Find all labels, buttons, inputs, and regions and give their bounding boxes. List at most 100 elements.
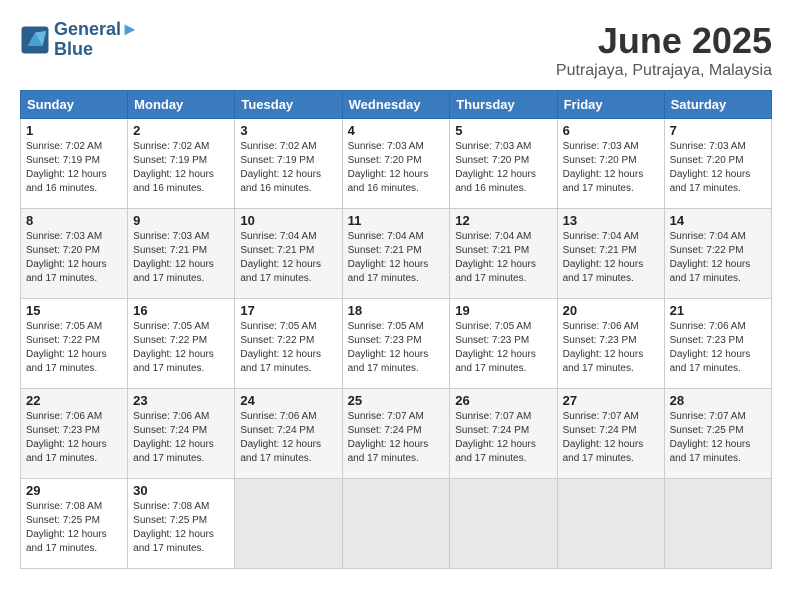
- table-row: 30 Sunrise: 7:08 AM Sunset: 7:25 PM Dayl…: [128, 479, 235, 569]
- day-number: 11: [348, 213, 445, 228]
- table-row: [450, 479, 557, 569]
- title-block: June 2025 Putrajaya, Putrajaya, Malaysia: [556, 20, 772, 80]
- table-row: 12 Sunrise: 7:04 AM Sunset: 7:21 PM Dayl…: [450, 209, 557, 299]
- day-number: 10: [240, 213, 336, 228]
- header-thursday: Thursday: [450, 91, 557, 119]
- table-row: 2 Sunrise: 7:02 AM Sunset: 7:19 PM Dayli…: [128, 119, 235, 209]
- day-info: Sunrise: 7:05 AM Sunset: 7:22 PM Dayligh…: [240, 320, 336, 376]
- day-number: 23: [133, 393, 229, 408]
- day-info: Sunrise: 7:03 AM Sunset: 7:20 PM Dayligh…: [26, 230, 122, 286]
- table-row: 28 Sunrise: 7:07 AM Sunset: 7:25 PM Dayl…: [664, 389, 771, 479]
- day-number: 29: [26, 483, 122, 498]
- calendar-week-row: 15 Sunrise: 7:05 AM Sunset: 7:22 PM Dayl…: [21, 299, 772, 389]
- day-number: 13: [563, 213, 659, 228]
- day-info: Sunrise: 7:03 AM Sunset: 7:20 PM Dayligh…: [455, 140, 551, 196]
- table-row: [342, 479, 450, 569]
- day-number: 30: [133, 483, 229, 498]
- header-sunday: Sunday: [21, 91, 128, 119]
- header-wednesday: Wednesday: [342, 91, 450, 119]
- day-info: Sunrise: 7:07 AM Sunset: 7:24 PM Dayligh…: [348, 410, 445, 466]
- table-row: 1 Sunrise: 7:02 AM Sunset: 7:19 PM Dayli…: [21, 119, 128, 209]
- day-number: 5: [455, 123, 551, 138]
- day-number: 28: [670, 393, 766, 408]
- day-number: 25: [348, 393, 445, 408]
- logo-icon: [20, 25, 50, 55]
- table-row: 13 Sunrise: 7:04 AM Sunset: 7:21 PM Dayl…: [557, 209, 664, 299]
- day-number: 24: [240, 393, 336, 408]
- day-info: Sunrise: 7:05 AM Sunset: 7:23 PM Dayligh…: [348, 320, 445, 376]
- day-info: Sunrise: 7:02 AM Sunset: 7:19 PM Dayligh…: [26, 140, 122, 196]
- table-row: 3 Sunrise: 7:02 AM Sunset: 7:19 PM Dayli…: [235, 119, 342, 209]
- table-row: 4 Sunrise: 7:03 AM Sunset: 7:20 PM Dayli…: [342, 119, 450, 209]
- day-number: 26: [455, 393, 551, 408]
- calendar-week-row: 8 Sunrise: 7:03 AM Sunset: 7:20 PM Dayli…: [21, 209, 772, 299]
- day-number: 2: [133, 123, 229, 138]
- day-info: Sunrise: 7:06 AM Sunset: 7:24 PM Dayligh…: [133, 410, 229, 466]
- location-title: Putrajaya, Putrajaya, Malaysia: [556, 62, 772, 80]
- day-number: 21: [670, 303, 766, 318]
- page-header: General► Blue June 2025 Putrajaya, Putra…: [20, 20, 772, 80]
- table-row: [235, 479, 342, 569]
- day-number: 15: [26, 303, 122, 318]
- calendar-week-row: 22 Sunrise: 7:06 AM Sunset: 7:23 PM Dayl…: [21, 389, 772, 479]
- day-info: Sunrise: 7:08 AM Sunset: 7:25 PM Dayligh…: [26, 500, 122, 556]
- day-info: Sunrise: 7:07 AM Sunset: 7:24 PM Dayligh…: [563, 410, 659, 466]
- day-number: 17: [240, 303, 336, 318]
- day-info: Sunrise: 7:02 AM Sunset: 7:19 PM Dayligh…: [240, 140, 336, 196]
- calendar-header-row: Sunday Monday Tuesday Wednesday Thursday…: [21, 91, 772, 119]
- day-number: 20: [563, 303, 659, 318]
- table-row: 8 Sunrise: 7:03 AM Sunset: 7:20 PM Dayli…: [21, 209, 128, 299]
- day-info: Sunrise: 7:05 AM Sunset: 7:22 PM Dayligh…: [133, 320, 229, 376]
- day-info: Sunrise: 7:03 AM Sunset: 7:21 PM Dayligh…: [133, 230, 229, 286]
- table-row: [557, 479, 664, 569]
- day-info: Sunrise: 7:07 AM Sunset: 7:24 PM Dayligh…: [455, 410, 551, 466]
- day-info: Sunrise: 7:07 AM Sunset: 7:25 PM Dayligh…: [670, 410, 766, 466]
- day-number: 6: [563, 123, 659, 138]
- table-row: 23 Sunrise: 7:06 AM Sunset: 7:24 PM Dayl…: [128, 389, 235, 479]
- day-number: 3: [240, 123, 336, 138]
- day-info: Sunrise: 7:05 AM Sunset: 7:23 PM Dayligh…: [455, 320, 551, 376]
- day-info: Sunrise: 7:03 AM Sunset: 7:20 PM Dayligh…: [563, 140, 659, 196]
- header-saturday: Saturday: [664, 91, 771, 119]
- table-row: 19 Sunrise: 7:05 AM Sunset: 7:23 PM Dayl…: [450, 299, 557, 389]
- day-info: Sunrise: 7:06 AM Sunset: 7:23 PM Dayligh…: [670, 320, 766, 376]
- day-number: 16: [133, 303, 229, 318]
- table-row: 24 Sunrise: 7:06 AM Sunset: 7:24 PM Dayl…: [235, 389, 342, 479]
- day-info: Sunrise: 7:06 AM Sunset: 7:24 PM Dayligh…: [240, 410, 336, 466]
- table-row: 25 Sunrise: 7:07 AM Sunset: 7:24 PM Dayl…: [342, 389, 450, 479]
- table-row: 26 Sunrise: 7:07 AM Sunset: 7:24 PM Dayl…: [450, 389, 557, 479]
- calendar-table: Sunday Monday Tuesday Wednesday Thursday…: [20, 90, 772, 569]
- day-info: Sunrise: 7:03 AM Sunset: 7:20 PM Dayligh…: [670, 140, 766, 196]
- table-row: 9 Sunrise: 7:03 AM Sunset: 7:21 PM Dayli…: [128, 209, 235, 299]
- table-row: 29 Sunrise: 7:08 AM Sunset: 7:25 PM Dayl…: [21, 479, 128, 569]
- day-number: 1: [26, 123, 122, 138]
- table-row: 21 Sunrise: 7:06 AM Sunset: 7:23 PM Dayl…: [664, 299, 771, 389]
- table-row: 14 Sunrise: 7:04 AM Sunset: 7:22 PM Dayl…: [664, 209, 771, 299]
- day-info: Sunrise: 7:04 AM Sunset: 7:22 PM Dayligh…: [670, 230, 766, 286]
- table-row: 7 Sunrise: 7:03 AM Sunset: 7:20 PM Dayli…: [664, 119, 771, 209]
- table-row: 20 Sunrise: 7:06 AM Sunset: 7:23 PM Dayl…: [557, 299, 664, 389]
- header-tuesday: Tuesday: [235, 91, 342, 119]
- table-row: 17 Sunrise: 7:05 AM Sunset: 7:22 PM Dayl…: [235, 299, 342, 389]
- calendar-week-row: 29 Sunrise: 7:08 AM Sunset: 7:25 PM Dayl…: [21, 479, 772, 569]
- table-row: 18 Sunrise: 7:05 AM Sunset: 7:23 PM Dayl…: [342, 299, 450, 389]
- table-row: 5 Sunrise: 7:03 AM Sunset: 7:20 PM Dayli…: [450, 119, 557, 209]
- table-row: 10 Sunrise: 7:04 AM Sunset: 7:21 PM Dayl…: [235, 209, 342, 299]
- day-info: Sunrise: 7:06 AM Sunset: 7:23 PM Dayligh…: [563, 320, 659, 376]
- table-row: 15 Sunrise: 7:05 AM Sunset: 7:22 PM Dayl…: [21, 299, 128, 389]
- day-info: Sunrise: 7:02 AM Sunset: 7:19 PM Dayligh…: [133, 140, 229, 196]
- calendar-week-row: 1 Sunrise: 7:02 AM Sunset: 7:19 PM Dayli…: [21, 119, 772, 209]
- day-number: 8: [26, 213, 122, 228]
- day-number: 18: [348, 303, 445, 318]
- logo: General► Blue: [20, 20, 139, 60]
- day-number: 7: [670, 123, 766, 138]
- day-number: 22: [26, 393, 122, 408]
- logo-text: General► Blue: [54, 20, 139, 60]
- day-info: Sunrise: 7:04 AM Sunset: 7:21 PM Dayligh…: [563, 230, 659, 286]
- table-row: [664, 479, 771, 569]
- day-info: Sunrise: 7:04 AM Sunset: 7:21 PM Dayligh…: [240, 230, 336, 286]
- header-friday: Friday: [557, 91, 664, 119]
- day-info: Sunrise: 7:06 AM Sunset: 7:23 PM Dayligh…: [26, 410, 122, 466]
- month-title: June 2025: [556, 20, 772, 62]
- day-info: Sunrise: 7:04 AM Sunset: 7:21 PM Dayligh…: [348, 230, 445, 286]
